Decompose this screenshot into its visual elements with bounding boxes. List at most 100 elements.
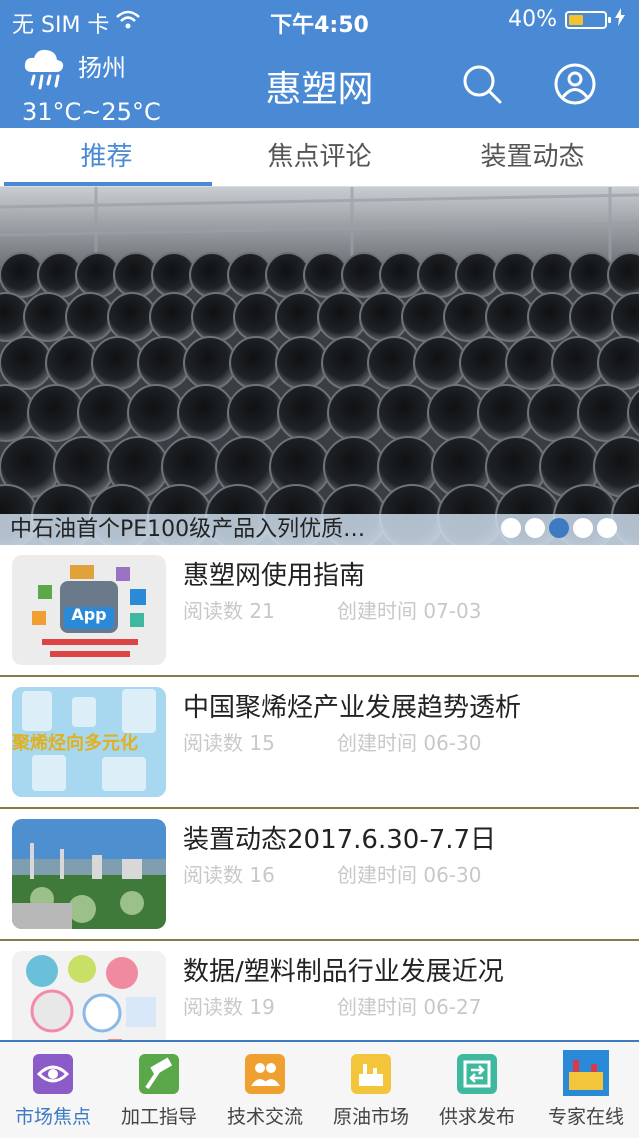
article-created-time: 创建时间 06-30 [337,863,482,887]
nav-label: 原油市场 [332,1106,409,1128]
carousel-page-indicator[interactable] [501,518,617,538]
pipe-end [0,336,53,390]
list-item[interactable]: 聚烯烃向多元化 中国聚烯烃产业发展趋势透析 阅读数 15 创建时间 06-30 [0,677,639,809]
pipe-end [367,336,421,390]
article-title[interactable]: 惠塑网使用指南 [183,555,365,592]
article-read-count: 阅读数 19 [183,995,275,1019]
carousel-dot[interactable] [573,518,593,538]
nav-label: 供求发布 [438,1106,515,1128]
tab-recommend[interactable]: 推荐 [0,128,213,186]
pipe-end [577,384,635,442]
article-read-count: 阅读数 15 [183,731,275,755]
article-created-time: 创建时间 06-27 [337,995,482,1019]
thumbnail-app-label: App [71,605,107,624]
user-icon [554,63,596,105]
banner-image [0,187,639,545]
carousel-dot[interactable] [501,518,521,538]
pipe-end [227,384,285,442]
article-title[interactable]: 中国聚烯烃产业发展趋势透析 [183,687,521,724]
search-button[interactable] [460,62,504,106]
pipe-end [65,292,115,342]
pipe-end [427,384,485,442]
hammer-icon [139,1054,179,1094]
tab-focus-review[interactable]: 焦点评论 [213,128,426,186]
nav-label: 专家在线 [547,1106,624,1128]
pipe-end [359,292,409,342]
pipe-end [229,336,283,390]
pipe-end [485,292,535,342]
bottom-tab-bar: 市场焦点 加工指导 技术交流 原油市场 供求发布 专家在线 [0,1040,639,1138]
article-thumbnail: App [12,555,166,665]
pipe-end [505,336,559,390]
pipe-end [233,292,283,342]
pipe-end [527,292,577,342]
pipe-end [443,292,493,342]
list-item[interactable]: App 惠塑网使用指南 阅读数 21 创建时间 07-03 [0,545,639,677]
article-read-count: 阅读数 21 [183,599,275,623]
eye-icon [33,1054,73,1094]
pipe-end [527,384,585,442]
nav-market-focus[interactable]: 市场焦点 [0,1042,106,1138]
battery-percent: 40% [508,7,557,32]
pipe-end [321,336,375,390]
pipe-end [401,292,451,342]
carousel-dot[interactable] [549,518,569,538]
charging-icon [615,7,625,32]
article-title[interactable]: 数据/塑料制品行业发展近况 [183,951,504,988]
banner-caption[interactable]: 中石油首个PE100级产品入列优质… [10,514,365,545]
pipe-end [277,384,335,442]
article-created-time: 创建时间 06-30 [337,731,482,755]
nav-label: 市场焦点 [14,1106,91,1128]
carousel-dot[interactable] [597,518,617,538]
pipe-end [77,384,135,442]
pipe-end [597,336,639,390]
nav-tech-exchange[interactable]: 技术交流 [212,1042,318,1138]
oil-factory-icon [351,1054,391,1094]
active-tab-indicator [4,182,212,186]
pipe-end [27,384,85,442]
pipe-end [569,292,619,342]
pipe-end [45,336,99,390]
pipe-end [91,336,145,390]
pipe-end [327,384,385,442]
people-icon [245,1054,285,1094]
carousel-dot[interactable] [525,518,545,538]
nav-label: 技术交流 [226,1106,303,1128]
pipe-end [23,292,73,342]
banner-carousel[interactable]: 中石油首个PE100级产品入列优质… [0,187,639,545]
pipe-end [377,384,435,442]
pipe-end [275,292,325,342]
pipe-end [551,336,605,390]
banner-caption-bar: 中石油首个PE100级产品入列优质… [0,514,639,545]
article-title[interactable]: 装置动态2017.6.30-7.7日 [183,819,496,856]
expert-icon [563,1050,609,1096]
battery-icon [565,10,611,29]
article-thumbnail: 聚烯烃向多元化 [12,687,166,797]
profile-button[interactable] [553,62,597,106]
nav-processing-guide[interactable]: 加工指导 [106,1042,212,1138]
pipe-end [177,384,235,442]
pipe-end [107,292,157,342]
category-tabs: 推荐 焦点评论 装置动态 [0,128,639,187]
app-header: 无 SIM 卡 下午4:50 40% 扬州 31°C~25°C 惠塑网 [0,0,639,128]
status-bar: 无 SIM 卡 下午4:50 40% [0,0,639,40]
pipe-end [413,336,467,390]
article-read-count: 阅读数 16 [183,863,275,887]
pipe-end [317,292,367,342]
pipe-end [149,292,199,342]
nav-expert-online[interactable]: 专家在线 [533,1042,639,1138]
pipe-end [137,336,191,390]
nav-label: 加工指导 [120,1106,197,1128]
nav-supply-demand[interactable]: 供求发布 [424,1042,530,1138]
nav-crude-oil-market[interactable]: 原油市场 [318,1042,424,1138]
tab-device-dynamics[interactable]: 装置动态 [426,128,639,186]
list-item[interactable]: 装置动态2017.6.30-7.7日 阅读数 16 创建时间 06-30 [0,809,639,941]
thumbnail-caption: 聚烯烃向多元化 [12,733,138,754]
pipe-end [183,336,237,390]
pipe-end [477,384,535,442]
pipe-end [191,292,241,342]
article-created-time: 创建时间 07-03 [337,599,482,623]
pipe-end [275,336,329,390]
pipe-end [127,384,185,442]
article-thumbnail [12,819,166,929]
